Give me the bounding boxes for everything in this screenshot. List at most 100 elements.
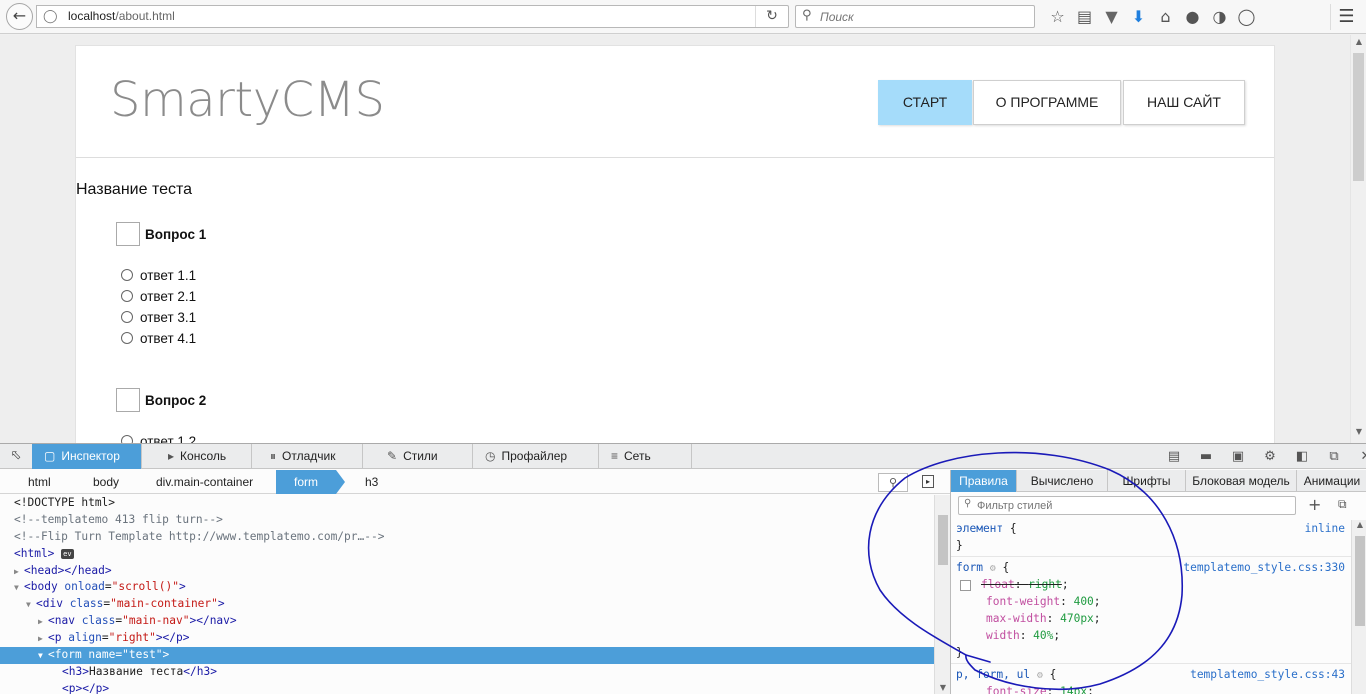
markup-line[interactable]: <h3>Название теста</h3> xyxy=(0,664,934,681)
markup-line-selected[interactable]: ▼ <form name="test"> xyxy=(0,647,934,664)
markup-line[interactable]: ▶ <p align="right"></p> xyxy=(0,630,934,647)
expand-triangle-icon[interactable]: ▶ xyxy=(14,564,24,581)
selector-highlight-icon[interactable]: ⚙ xyxy=(990,563,996,574)
undock-icon[interactable]: ⧉ xyxy=(1318,444,1350,469)
markup-scrollbar[interactable]: ▼ xyxy=(934,495,950,694)
rule-source[interactable]: inline xyxy=(1305,520,1345,537)
breadcrumb-body[interactable]: body xyxy=(93,470,119,494)
tab-style-editor[interactable]: ✎ Стили xyxy=(375,444,473,469)
rule-property[interactable]: max-width: 470px; xyxy=(951,610,1351,627)
web-developer-icon[interactable]: ◑ xyxy=(1206,5,1233,29)
scrollbar-thumb[interactable] xyxy=(938,515,948,565)
radio-button[interactable] xyxy=(121,332,133,344)
tab-debugger[interactable]: ⏸ Отладчик xyxy=(258,444,363,469)
collapse-triangle-icon[interactable]: ▼ xyxy=(26,597,36,614)
breadcrumb-form[interactable]: form xyxy=(276,470,345,494)
expand-triangle-icon[interactable]: ▶ xyxy=(38,614,48,631)
breadcrumb-html[interactable]: html xyxy=(28,470,51,494)
rule-source[interactable]: templatemo_style.css:330 xyxy=(1183,559,1345,576)
pocket-icon[interactable]: ▼ xyxy=(1098,5,1125,29)
rule-property[interactable]: float: right; xyxy=(951,576,1351,593)
collapse-triangle-icon[interactable]: ▼ xyxy=(38,648,48,665)
radio-button[interactable] xyxy=(121,311,133,323)
property-checkbox[interactable] xyxy=(960,579,971,591)
selector-highlight-icon[interactable]: ⚙ xyxy=(1037,670,1043,681)
reading-list-icon[interactable]: ▤ xyxy=(1071,5,1098,29)
tab-box-model[interactable]: Блоковая модель xyxy=(1186,470,1297,492)
shield-icon[interactable]: ◯ xyxy=(1233,5,1260,29)
nav-our-site-button[interactable]: НАШ САЙТ xyxy=(1123,80,1245,125)
scroll-up-icon[interactable]: ▲ xyxy=(1351,37,1366,51)
rule-header[interactable]: элемент {inline xyxy=(951,520,1351,537)
tab-network[interactable]: ≡ Сеть xyxy=(599,444,692,469)
tab-inspector[interactable]: ▢ Инспектор xyxy=(32,444,142,469)
scrollbar-thumb[interactable] xyxy=(1353,53,1364,181)
dock-side-icon[interactable]: ◧ xyxy=(1286,444,1318,469)
rules-scrollbar[interactable]: ▲ xyxy=(1351,520,1366,694)
scroll-down-icon[interactable]: ▼ xyxy=(935,683,951,692)
tab-rules[interactable]: Правила xyxy=(951,470,1017,492)
radio-button[interactable] xyxy=(121,435,133,443)
add-rule-icon[interactable]: + xyxy=(1308,495,1321,514)
markup-line[interactable]: ▼ <div class="main-container"> xyxy=(0,596,934,613)
toggle-sidebar-icon[interactable]: ▸ xyxy=(922,475,934,488)
bookmark-star-icon[interactable]: ☆ xyxy=(1044,5,1071,29)
home-icon[interactable]: ⌂ xyxy=(1152,5,1179,29)
url-bar[interactable]: ◯ localhost/about.html ↻ xyxy=(36,5,789,28)
chat-icon[interactable]: ● xyxy=(1179,5,1206,29)
markup-search-icon[interactable]: ⚲ xyxy=(878,473,908,492)
answer-option[interactable]: ответ 1.2 xyxy=(121,431,196,443)
close-icon[interactable]: ✕ xyxy=(1350,444,1366,469)
nav-about-button[interactable]: О ПРОГРАММЕ xyxy=(973,80,1121,125)
split-console-icon[interactable]: ▬ xyxy=(1190,444,1222,469)
scroll-down-icon[interactable]: ▼ xyxy=(1351,427,1366,441)
markup-line[interactable]: <p></p> xyxy=(0,681,934,694)
radio-button[interactable] xyxy=(121,269,133,281)
tab-console[interactable]: ▸ Консоль xyxy=(156,444,252,469)
rule-property[interactable]: font-weight: 400; xyxy=(951,593,1351,610)
markup-line[interactable]: ▼ <body onload="scroll()"> xyxy=(0,579,934,596)
print-styles-icon[interactable]: ⧉ xyxy=(1338,497,1347,512)
reload-icon[interactable]: ↻ xyxy=(755,6,788,27)
markup-line[interactable]: <!--templatemo 413 flip turn--> xyxy=(0,512,934,529)
settings-gear-icon[interactable]: ⚙ xyxy=(1254,444,1286,469)
rule-header[interactable]: form ⚙ {templatemo_style.css:330 xyxy=(951,559,1351,576)
expand-triangle-icon[interactable]: ▶ xyxy=(38,631,48,648)
scroll-up-icon[interactable]: ▲ xyxy=(1352,520,1366,529)
style-filter[interactable]: ⚲ xyxy=(958,496,1296,515)
markup-line[interactable]: ▶ <nav class="main-nav"></nav> xyxy=(0,613,934,630)
page-scrollbar[interactable]: ▲ ▼ xyxy=(1350,35,1366,443)
site-info-icon[interactable]: ◯ xyxy=(43,9,58,24)
scrollbar-thumb[interactable] xyxy=(1355,536,1365,626)
markup-line[interactable]: <!DOCTYPE html> xyxy=(0,495,934,512)
back-button[interactable]: ← xyxy=(6,3,33,30)
screenshot-icon[interactable]: ▣ xyxy=(1222,444,1254,469)
collapse-triangle-icon[interactable]: ▼ xyxy=(14,580,24,597)
style-filter-input[interactable] xyxy=(977,498,1277,513)
answer-option[interactable]: ответ 4.1 xyxy=(121,328,196,348)
breadcrumb-main-container[interactable]: div.main-container xyxy=(156,470,253,494)
markup-line[interactable]: <!--Flip Turn Template http://www.templa… xyxy=(0,529,934,546)
answer-option[interactable]: ответ 2.1 xyxy=(121,286,196,306)
nav-start-button[interactable]: СТАРТ xyxy=(878,80,972,125)
markup-line[interactable]: <html> ev xyxy=(0,546,934,563)
tab-profiler[interactable]: ◷ Профайлер xyxy=(473,444,599,469)
hamburger-menu-icon[interactable]: ☰ xyxy=(1330,4,1362,30)
search-bar[interactable]: ⚲ xyxy=(795,5,1035,28)
answer-option[interactable]: ответ 3.1 xyxy=(121,307,196,327)
tab-animations[interactable]: Анимации xyxy=(1297,470,1366,492)
search-input[interactable] xyxy=(820,9,1020,25)
download-icon[interactable]: ⬇ xyxy=(1125,5,1152,29)
markup-line[interactable]: ▶ <head></head> xyxy=(0,563,934,580)
rule-header[interactable]: p, form, ul ⚙ {templatemo_style.css:43 xyxy=(951,666,1351,683)
responsive-mode-icon[interactable]: ▤ xyxy=(1158,444,1190,469)
rule-source[interactable]: templatemo_style.css:43 xyxy=(1190,666,1345,683)
tab-fonts[interactable]: Шрифты xyxy=(1108,470,1186,492)
tab-computed[interactable]: Вычислено xyxy=(1017,470,1108,492)
radio-button[interactable] xyxy=(121,290,133,302)
answer-option[interactable]: ответ 1.1 xyxy=(121,265,196,285)
rule-property[interactable]: width: 40%; xyxy=(951,627,1351,644)
breadcrumb-h3[interactable]: h3 xyxy=(365,470,378,494)
site-logo[interactable]: SmartyCMS xyxy=(110,72,385,128)
event-badge[interactable]: ev xyxy=(61,548,74,559)
